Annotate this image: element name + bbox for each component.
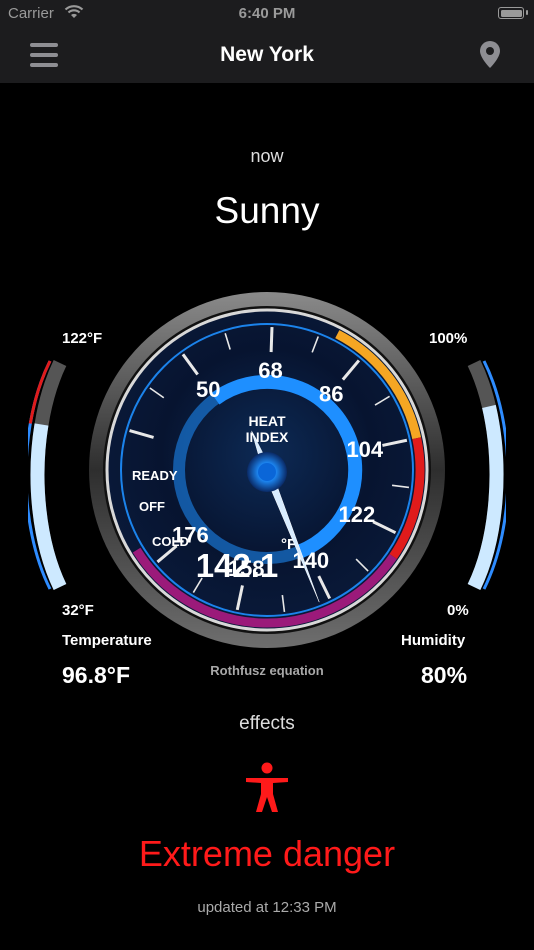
gauge-value: 142.1 bbox=[196, 547, 279, 584]
equation-label: Rothfusz equation bbox=[210, 663, 324, 678]
status-bar: Carrier 6:40 PM bbox=[0, 0, 534, 30]
clock: 6:40 PM bbox=[238, 5, 296, 22]
city-title: New York bbox=[220, 43, 314, 66]
battery-icon bbox=[498, 7, 528, 19]
heat-index-gauge: 506886104122140158176 HEAT INDEX READY O… bbox=[89, 292, 445, 648]
period-label: now bbox=[250, 146, 284, 166]
condition-label: Sunny bbox=[214, 190, 320, 231]
tick-label-86: 86 bbox=[319, 381, 343, 406]
gauge-title-heat: HEAT bbox=[248, 413, 286, 429]
updated-time: updated at 12:33 PM bbox=[197, 899, 337, 916]
tick-mark bbox=[269, 327, 274, 353]
person-icon bbox=[246, 762, 288, 812]
tick-label-104: 104 bbox=[346, 437, 383, 462]
tick-label-122: 122 bbox=[339, 502, 376, 527]
humidity-bar bbox=[467, 359, 506, 591]
temperature-bar bbox=[28, 359, 67, 591]
danger-level: Extreme danger bbox=[138, 833, 396, 874]
humidity-min-label: 0% bbox=[447, 602, 469, 619]
tick-label-50: 50 bbox=[196, 377, 220, 402]
state-cold: COLD bbox=[152, 534, 189, 549]
tick-label-68: 68 bbox=[258, 358, 282, 383]
effects-label: effects bbox=[239, 713, 295, 734]
state-off: OFF bbox=[139, 499, 165, 514]
state-ready: READY bbox=[132, 468, 178, 483]
navigation-bar: New York bbox=[0, 30, 534, 83]
location-pin-icon[interactable] bbox=[478, 40, 502, 70]
